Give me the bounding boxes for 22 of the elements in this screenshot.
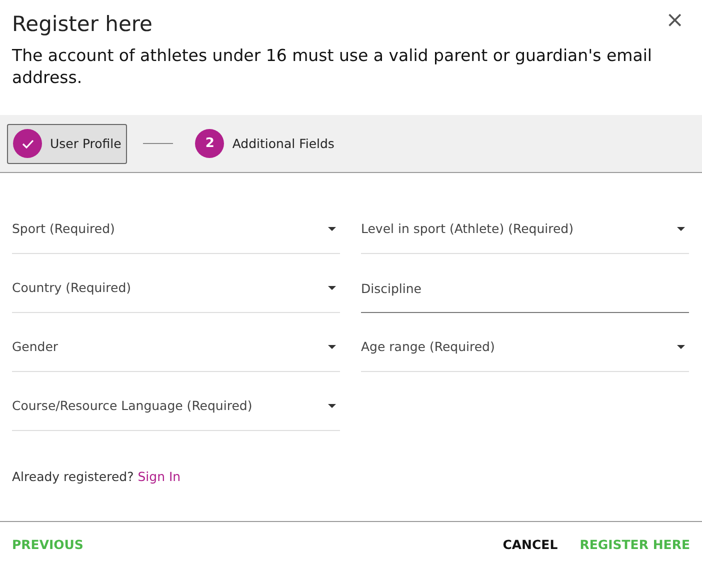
dropdown-field[interactable]: Sport (Required): [12, 195, 340, 254]
step-tab[interactable]: 2 Additional Fields: [189, 124, 340, 164]
sign-in-link[interactable]: Sign In: [138, 469, 181, 484]
dropdown-field[interactable]: Course/Resource Language (Required): [12, 372, 340, 431]
caret-icon: [328, 344, 336, 348]
caret-icon: [677, 344, 685, 348]
dialog-title: Register here: [12, 11, 152, 38]
check-icon: [22, 138, 34, 148]
close-button[interactable]: ×: [662, 8, 688, 33]
notice-text: The account of athletes under 16 must use a valid parent or guardian's email address.: [12, 45, 654, 89]
caret-icon: [328, 286, 336, 290]
caret-icon: [328, 404, 336, 408]
dropdown-field[interactable]: Age range (Required): [361, 313, 689, 372]
caret-icon: [328, 226, 336, 230]
sign-in-prompt: Already registered?: [12, 469, 135, 484]
cancel-button[interactable]: CANCEL: [502, 537, 558, 552]
caret-icon: [677, 226, 685, 230]
text-field[interactable]: Discipline: [361, 254, 689, 313]
dropdown-field[interactable]: Level in sport (Athlete) (Required): [361, 195, 689, 254]
dropdown-field[interactable]: Country (Required): [12, 254, 340, 313]
step-tab[interactable]: User Profile: [7, 124, 128, 164]
dropdown-field[interactable]: Gender: [12, 313, 340, 372]
